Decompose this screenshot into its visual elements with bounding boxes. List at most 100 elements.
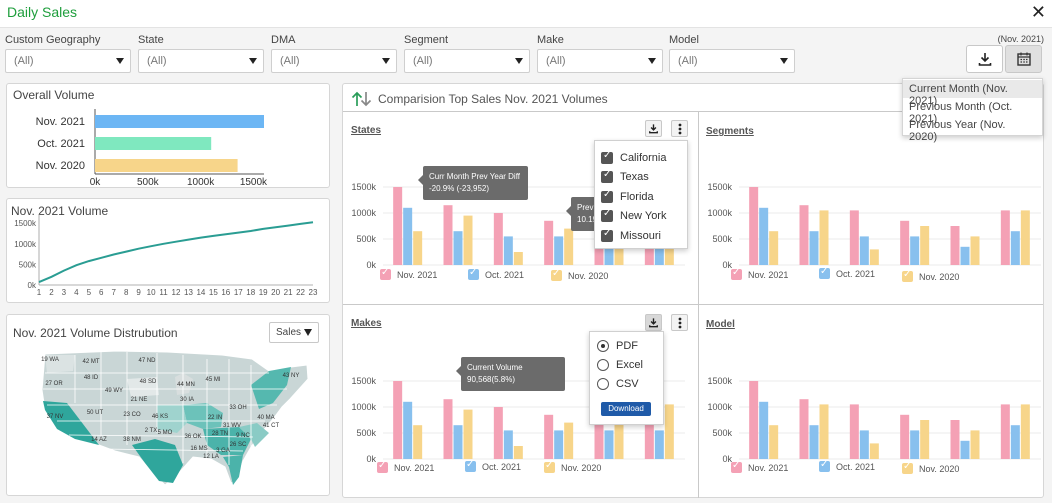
x-tick-label: 1000k [187,177,215,187]
legend-oct-2021[interactable]: Oct. 2021 [819,266,875,279]
state-label: 14 AZ [91,437,107,443]
bar [664,404,674,459]
state-option-california[interactable]: California [595,148,687,168]
filter-label: Custom Geography [5,34,101,46]
bar [759,207,769,265]
y-tick-label: 500k [356,234,376,244]
legend-oct-2021[interactable]: Oct. 2021 [819,459,875,472]
state-label: 21 NE [131,397,148,403]
bar [554,430,564,459]
period-option-current-month[interactable]: Current Month (Nov. 2021) [903,80,1042,107]
makes-tooltip: Current Volume 90,568(5.8%) [456,357,565,391]
model-select[interactable]: (All) [669,49,795,73]
custom-geography-select[interactable]: (All) [5,49,131,73]
download-button[interactable]: Download [601,402,651,416]
bar [859,236,869,265]
bar [493,407,503,459]
sort-arrows-icon[interactable] [351,91,373,107]
state-select[interactable]: (All) [138,49,264,73]
legend-label: Oct. 2021 [482,461,522,472]
close-icon[interactable]: ✕ [1031,2,1046,23]
x-tick-label: 6 [99,288,104,297]
state-option-missouri[interactable]: Missouri [595,226,687,246]
legend-label: Nov. 2021 [394,462,435,473]
x-tick-label: 11 [159,288,168,297]
dma-select[interactable]: (All) [271,49,397,73]
checkbox-icon [377,460,388,473]
overall-volume-card: Overall Volume Nov. 2021 Oct. 2021 Nov. 20… [6,83,330,188]
legend-nov-2020[interactable]: Nov. 2020 [902,461,959,474]
app-title: Daily Sales [7,4,78,20]
legend-nov-2021[interactable]: Nov. 2021 [731,267,789,280]
y-tick-label: 500k [19,260,37,269]
x-tick-label: 22 [296,288,305,297]
legend-oct-2021[interactable]: Oct. 2021 [465,459,522,472]
state-option-texas[interactable]: Texas [595,168,687,188]
bar [910,430,920,459]
state-label: 3 GA [216,448,230,454]
state-label: 46 KS [152,414,168,420]
select-value: (All) [413,55,433,67]
state-label: 26 SC [230,442,247,448]
legend-nov-2020[interactable]: Nov. 2020 [902,269,959,282]
bar [1020,210,1030,265]
tooltip-line: -20.9% (-23,952) [429,184,490,193]
checkbox-icon [380,267,391,280]
bar [393,187,403,265]
legend-nov-2020[interactable]: Nov. 2020 [551,268,608,281]
overall-volume-chart: Nov. 2021 Oct. 2021 Nov. 2020 0k 500k 1000k 15… [36,109,268,187]
bar [749,381,759,459]
checkbox-icon [465,459,476,472]
bar [809,231,819,265]
bar [453,425,463,459]
filter-label: Make [537,34,564,46]
tooltip-line: Prev [577,203,594,212]
segment-select[interactable]: (All) [404,49,530,73]
bar [950,420,960,459]
x-tick-label: 7 [112,288,117,297]
legend-nov-2021[interactable]: Nov. 2021 [731,460,788,473]
period-label: (Nov. 2021) [997,34,1044,44]
state-label: 23 CO [123,412,141,418]
chevron-down-icon [116,58,124,64]
x-tick-label: 1500k [240,177,268,187]
bar [900,220,910,265]
state-label: 43 NY [283,373,300,379]
period-option-previous-month[interactable]: Previous Month (Oct. 2021) [903,98,1042,125]
state-label: 2 TX [145,428,158,434]
calendar-button[interactable] [1005,45,1042,73]
download-icon [649,124,658,134]
x-tick-label: 23 [309,288,318,297]
makes-more-button[interactable] [671,314,688,331]
state-option-florida[interactable]: Florida [595,187,687,207]
legend-nov-2020[interactable]: Nov. 2020 [544,460,601,473]
checkbox-icon [601,169,613,184]
radio-icon [597,358,609,371]
export-option-csv[interactable]: CSV [590,374,663,393]
bar [654,430,664,459]
state-label: 40 MA [257,415,274,421]
state-option-new-york[interactable]: New York [595,207,687,227]
metric-sales-dropdown[interactable]: Sales [269,322,319,343]
bar [849,404,859,459]
states-more-button[interactable] [671,120,688,137]
legend-oct-2021[interactable]: Oct. 2021 [468,267,524,280]
bar [970,236,980,265]
legend-nov-2021[interactable]: Nov. 2021 [377,460,435,473]
period-option-previous-year[interactable]: Previous Year (Nov. 2020) [903,116,1042,143]
bar [849,210,859,265]
bar [799,205,809,265]
makes-download-button[interactable] [645,314,662,331]
download-button[interactable] [966,45,1003,73]
tooltip-line: Current Volume [467,363,523,372]
filter-custom-geography: Custom Geography (All) [5,34,131,73]
export-option-excel[interactable]: Excel [590,355,663,374]
states-download-button[interactable] [645,120,662,137]
kebab-menu-icon [678,123,681,134]
horizontal-divider [343,304,1043,305]
legend-nov-2021[interactable]: Nov. 2021 [380,267,437,280]
make-select[interactable]: (All) [537,49,663,73]
export-option-pdf[interactable]: PDF [590,336,663,355]
legend-label: Nov. 2021 [748,269,789,280]
filter-label: DMA [271,34,296,46]
